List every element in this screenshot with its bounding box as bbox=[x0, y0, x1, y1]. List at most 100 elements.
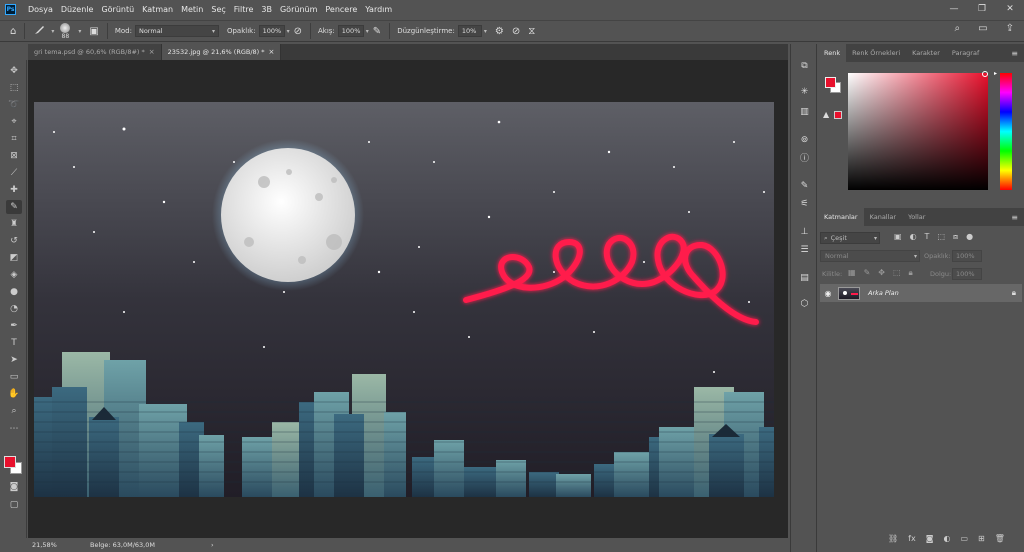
path-selection-tool-icon[interactable]: ➤ bbox=[6, 353, 22, 367]
gamut-color-chip[interactable] bbox=[834, 111, 842, 119]
dodge-tool-icon[interactable]: ◔ bbox=[6, 302, 22, 316]
panel-menu-icon[interactable]: ≡ bbox=[1011, 213, 1018, 222]
zoom-level[interactable]: 21,58% bbox=[32, 541, 72, 549]
tab-yollar[interactable]: Yollar bbox=[902, 208, 931, 226]
workspace-icon[interactable]: ▭ bbox=[978, 23, 987, 34]
lock-all-icon[interactable]: 🔒︎ bbox=[909, 268, 913, 278]
layer-opacity-field[interactable]: 100% bbox=[952, 250, 982, 262]
properties-icon[interactable]: ⚟ bbox=[797, 196, 812, 211]
lasso-tool-icon[interactable]: ➰ bbox=[6, 98, 22, 112]
brush-tool-icon[interactable] bbox=[33, 24, 45, 39]
opacity-field[interactable]: 100% bbox=[258, 25, 285, 37]
layer-filter-select[interactable]: ⌕ Çeşit ▾ bbox=[820, 232, 880, 244]
notes-icon[interactable]: ☰ bbox=[797, 242, 812, 257]
lock-transparent-icon[interactable]: ▦ bbox=[848, 268, 856, 278]
crop-tool-icon[interactable]: ⌗ bbox=[6, 132, 22, 146]
new-group-icon[interactable]: ▭ bbox=[960, 534, 968, 543]
pen-tool-icon[interactable]: ✒ bbox=[6, 319, 22, 333]
marquee-tool-icon[interactable]: ⬚ bbox=[6, 81, 22, 95]
zoom-tool-icon[interactable]: ⌕ bbox=[6, 404, 22, 418]
color-field[interactable] bbox=[848, 73, 988, 190]
tab-23532[interactable]: 23532.jpg @ 21,6% (RGB/8) * × bbox=[161, 44, 282, 60]
chevron-down-icon[interactable]: ▾ bbox=[51, 28, 54, 35]
brush-settings-icon[interactable]: ▣ bbox=[89, 26, 98, 37]
add-mask-icon[interactable]: ◙ bbox=[926, 534, 934, 543]
tab-karakter[interactable]: Karakter bbox=[906, 44, 946, 62]
blend-mode-select[interactable]: Normal ▾ bbox=[820, 250, 920, 262]
menu-duzenle[interactable]: Düzenle bbox=[57, 5, 98, 14]
tab-renk-ornekleri[interactable]: Renk Örnekleri bbox=[846, 44, 906, 62]
chevron-down-icon[interactable]: ▾ bbox=[78, 28, 81, 35]
menu-metin[interactable]: Metin bbox=[177, 5, 207, 14]
type-filter-icon[interactable]: T bbox=[925, 232, 930, 242]
new-layer-icon[interactable]: ⊞ bbox=[978, 534, 985, 543]
layer-style-icon[interactable]: fx bbox=[908, 534, 916, 543]
info-icon[interactable]: ⓘ bbox=[797, 150, 812, 165]
eraser-tool-icon[interactable]: ◩ bbox=[6, 251, 22, 265]
photoshop-logo[interactable]: Ps bbox=[5, 3, 16, 15]
gamut-warning-icon[interactable]: ▲ bbox=[823, 110, 829, 119]
histogram-icon[interactable]: ▥ bbox=[797, 104, 812, 119]
airbrush-icon[interactable]: ✎ bbox=[373, 26, 381, 37]
rectangle-tool-icon[interactable]: ▭ bbox=[6, 370, 22, 384]
chevron-down-icon[interactable]: ▾ bbox=[366, 28, 369, 35]
hand-tool-icon[interactable]: ✋ bbox=[6, 387, 22, 401]
pressure-opacity-icon[interactable]: ⊘ bbox=[294, 26, 302, 37]
blur-tool-icon[interactable]: ● bbox=[6, 285, 22, 299]
more-tools-icon[interactable]: ⋯ bbox=[6, 422, 22, 436]
panel-menu-icon[interactable]: ≡ bbox=[1011, 49, 1018, 58]
menu-pencere[interactable]: Pencere bbox=[321, 5, 361, 14]
color-picker-handle[interactable] bbox=[982, 71, 988, 77]
quick-selection-tool-icon[interactable]: ⌖ bbox=[6, 115, 22, 129]
brush-preset-picker[interactable]: 88 bbox=[60, 22, 71, 40]
hue-slider[interactable] bbox=[1000, 73, 1012, 190]
share-icon[interactable]: ⇪ bbox=[1006, 23, 1014, 34]
smart-object-filter-icon[interactable]: ⧈ bbox=[953, 232, 958, 242]
hue-slider-handle[interactable]: ▸ bbox=[994, 70, 997, 77]
close-button[interactable]: ✕ bbox=[996, 4, 1024, 14]
pressure-size-icon[interactable]: ⊘ bbox=[512, 26, 520, 37]
menu-yardim[interactable]: Yardım bbox=[361, 5, 396, 14]
filter-toggle-icon[interactable]: ● bbox=[966, 232, 973, 242]
shape-filter-icon[interactable]: ⬚ bbox=[937, 232, 945, 242]
paint-bucket-tool-icon[interactable]: ◈ bbox=[6, 268, 22, 282]
close-icon[interactable]: × bbox=[269, 48, 275, 56]
lock-brush-icon[interactable]: ✎ bbox=[864, 268, 871, 278]
eye-icon[interactable]: ◉ bbox=[820, 289, 836, 298]
eyedropper-tool-icon[interactable]: ⟋ bbox=[6, 166, 22, 180]
home-icon[interactable]: ⌂ bbox=[10, 26, 16, 37]
maximize-button[interactable]: ❐ bbox=[968, 4, 996, 14]
chevron-down-icon[interactable]: ▾ bbox=[287, 28, 290, 35]
history-icon[interactable]: ⧉ bbox=[797, 58, 812, 73]
chevron-down-icon[interactable]: ▾ bbox=[484, 28, 487, 35]
tab-kanallar[interactable]: Kanallar bbox=[864, 208, 903, 226]
move-tool-icon[interactable]: ✥ bbox=[6, 64, 22, 78]
search-icon[interactable]: ⌕ bbox=[955, 23, 961, 34]
fg-color-chip[interactable] bbox=[825, 77, 836, 88]
canvas-image[interactable] bbox=[34, 102, 774, 497]
status-menu-arrow[interactable]: › bbox=[211, 541, 214, 549]
clone-source-icon[interactable]: ⊥ bbox=[797, 224, 812, 239]
brush-settings-icon[interactable]: ✎ bbox=[797, 178, 812, 193]
link-layers-icon[interactable]: ⛓ bbox=[888, 534, 898, 543]
adjustment-filter-icon[interactable]: ◐ bbox=[910, 232, 917, 242]
menu-filtre[interactable]: Filtre bbox=[230, 5, 258, 14]
foreground-color-swatch[interactable] bbox=[4, 456, 16, 468]
menu-dosya[interactable]: Dosya bbox=[24, 5, 57, 14]
fill-field[interactable]: 100% bbox=[952, 268, 982, 280]
tab-gri-tema[interactable]: gri tema.psd @ 60,6% (RGB/8#) * × bbox=[28, 44, 162, 60]
brush-tool-icon[interactable]: ✎ bbox=[6, 200, 22, 214]
menu-3b[interactable]: 3B bbox=[257, 5, 276, 14]
image-filter-icon[interactable]: ▣ bbox=[894, 232, 902, 242]
tab-renk[interactable]: Renk bbox=[818, 44, 847, 62]
adjustment-layer-icon[interactable]: ◐ bbox=[943, 534, 950, 543]
3d-icon[interactable]: ⬡ bbox=[797, 296, 812, 311]
flow-field[interactable]: 100% bbox=[337, 25, 364, 37]
history-brush-tool-icon[interactable]: ↺ bbox=[6, 234, 22, 248]
minimize-button[interactable]: — bbox=[940, 4, 968, 14]
lock-move-icon[interactable]: ✥ bbox=[878, 268, 885, 278]
type-tool-icon[interactable]: T bbox=[6, 336, 22, 350]
gear-icon[interactable]: ⚙ bbox=[495, 26, 504, 37]
menu-goruntu[interactable]: Görüntü bbox=[97, 5, 138, 14]
menu-gorunum[interactable]: Görünüm bbox=[276, 5, 321, 14]
